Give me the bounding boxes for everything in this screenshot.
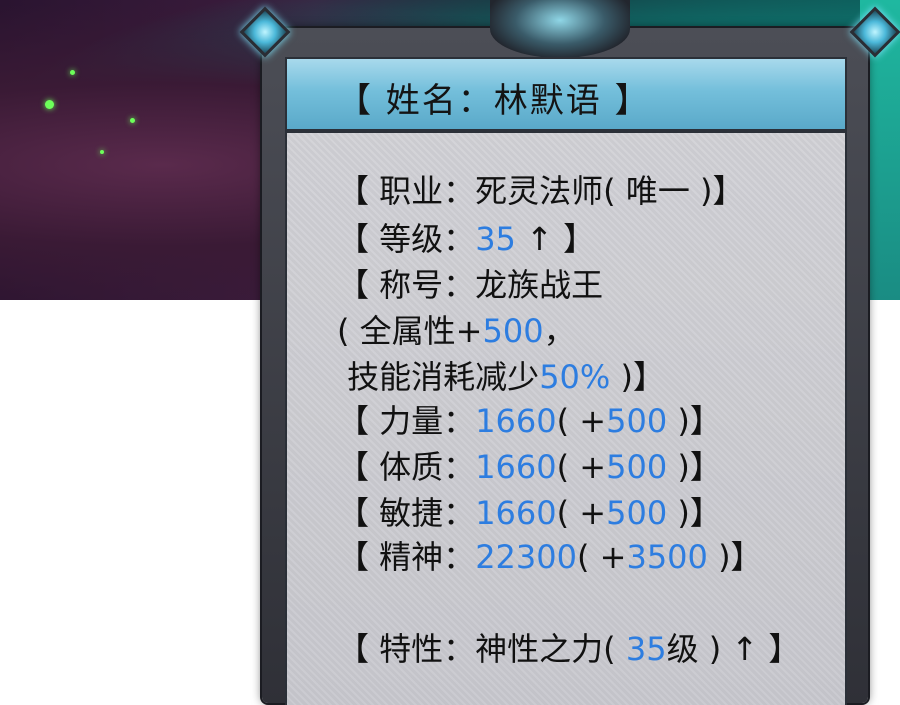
stat-line-title-bonus: ( 全属性+500，: [337, 311, 576, 351]
stat-line-skill-cost: 技能消耗减少50% )】: [337, 357, 665, 397]
stat-text: 【 职业：死灵法师( 唯一 )】: [337, 172, 745, 210]
stat-text: 【 力量：: [337, 402, 476, 440]
stat-bonus: 500: [606, 494, 668, 532]
panel-title-bar: 【 姓名：林默语 】: [285, 57, 847, 131]
stat-line-agility: 【 敏捷：1660( +500 )】: [337, 493, 722, 533]
stat-value: 35: [625, 630, 667, 668]
stat-text: 【 体质：: [337, 448, 476, 486]
stat-line-spirit: 【 精神：22300( +3500 )】: [337, 537, 763, 577]
stat-bonus: 500: [606, 402, 668, 440]
stat-line-class: 【 职业：死灵法师( 唯一 )】: [337, 171, 745, 211]
stat-text: )】: [667, 448, 722, 486]
green-spark: [70, 70, 75, 75]
stat-text: ( +: [556, 494, 607, 532]
stat-text: )】: [707, 538, 763, 576]
stat-bonus: 3500: [626, 538, 708, 576]
stat-value: 1660: [475, 402, 557, 440]
stat-text: 【 精神：: [337, 538, 476, 576]
stat-text: 【 称号：龙族战王: [337, 266, 604, 304]
stat-bonus: 500: [606, 448, 668, 486]
stat-text: 级 ) ↑ 】: [666, 630, 801, 668]
stat-line-constitution: 【 体质：1660( +500 )】: [337, 447, 722, 487]
stat-line-trait: 【 特性：神性之力( 35级 ) ↑ 】: [337, 629, 800, 669]
stat-panel-body: 【 职业：死灵法师( 唯一 )】 【 等级：35 ↑ 】 【 称号：龙族战王 (…: [285, 131, 847, 705]
stat-text: ( +: [556, 448, 607, 486]
stat-text: ，: [543, 312, 576, 350]
stat-line-level: 【 等级：35 ↑ 】: [337, 219, 595, 259]
stat-text: )】: [667, 494, 722, 532]
stat-value: 50%: [539, 358, 611, 396]
stat-line-strength: 【 力量：1660( +500 )】: [337, 401, 722, 441]
stat-text: )】: [667, 402, 722, 440]
skull-ornament-icon: [490, 0, 630, 58]
stat-line-title: 【 称号：龙族战王: [337, 265, 603, 305]
stat-text: 【 等级：: [337, 220, 476, 258]
stat-text: ( 全属性+: [337, 312, 483, 350]
panel-title: 【 姓名：林默语 】: [337, 81, 651, 121]
stat-value: 35: [475, 220, 516, 258]
stat-text: 技能消耗减少: [337, 358, 540, 396]
green-spark: [45, 100, 54, 109]
stat-value: 22300: [475, 538, 577, 576]
stat-value: 1660: [475, 448, 557, 486]
stat-text: 【 特性：神性之力(: [337, 630, 626, 668]
stat-text: )】: [610, 358, 665, 396]
stat-text: ↑ 】: [515, 220, 596, 258]
stat-text: ( +: [576, 538, 627, 576]
green-spark: [100, 150, 104, 154]
stat-value: 500: [482, 312, 544, 350]
green-spark: [130, 118, 135, 123]
stat-text: ( +: [556, 402, 607, 440]
stat-text: 【 敏捷：: [337, 494, 476, 532]
stat-value: 1660: [475, 494, 557, 532]
